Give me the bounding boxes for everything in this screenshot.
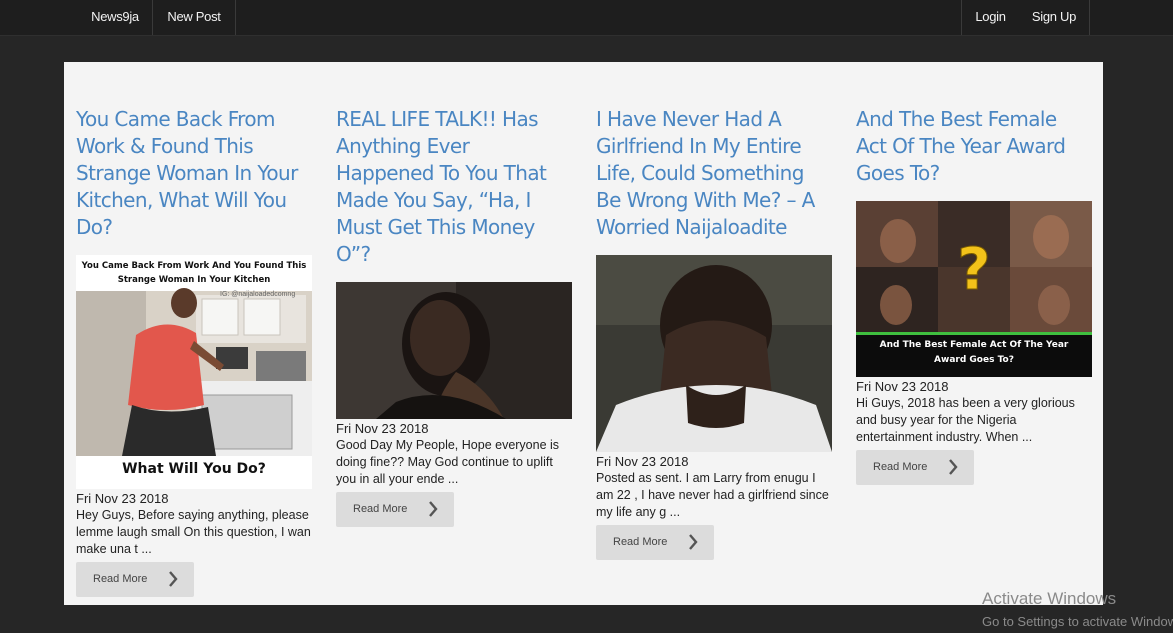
worried-man-image xyxy=(596,255,832,452)
signup-link[interactable]: Sign Up xyxy=(1019,0,1090,35)
post-thumbnail[interactable]: You Came Back From Work And You Found Th… xyxy=(76,255,312,489)
read-more-label: Read More xyxy=(353,503,408,515)
post-excerpt: Hi Guys, 2018 has been a very glorious a… xyxy=(856,396,1075,444)
thinking-man-image xyxy=(336,282,572,419)
image-watermark: IG: @naijaloadedcomng xyxy=(220,291,296,298)
activate-windows-watermark: Activate Windows Go to Settings to activ… xyxy=(982,589,1173,631)
read-more-button[interactable]: Read More xyxy=(336,492,454,527)
post-thumbnail[interactable]: ? And The Best Female Act Of The Year Aw… xyxy=(856,201,1092,377)
post-thumbnail[interactable] xyxy=(596,255,832,452)
image-caption: And The Best Female Act Of The Year Awar… xyxy=(879,340,1069,365)
image-caption-top: You Came Back From Work And You Found Th… xyxy=(81,261,307,285)
chevron-right-icon xyxy=(169,571,178,587)
post-title-link[interactable]: REAL LIFE TALK!! Has Anything Ever Happe… xyxy=(336,106,572,268)
brand-link[interactable]: News9ja xyxy=(78,0,153,35)
new-post-link[interactable]: New Post xyxy=(153,0,236,35)
chevron-right-icon xyxy=(429,501,438,517)
read-more-label: Read More xyxy=(93,573,148,585)
watermark-subtitle: Go to Settings to activate Windows. xyxy=(982,614,1173,629)
post-title-link[interactable]: You Came Back From Work & Found This Str… xyxy=(76,106,312,241)
image-caption-bottom: What Will You Do? xyxy=(122,461,266,477)
post-thumbnail[interactable] xyxy=(336,282,572,419)
post-excerpt: Good Day My People, Hope everyone is doi… xyxy=(336,438,560,486)
read-more-button[interactable]: Read More xyxy=(76,562,194,597)
post-date: Fri Nov 23 2018 xyxy=(336,421,429,436)
post-title-link[interactable]: I Have Never Had A Girlfriend In My Enti… xyxy=(596,106,832,241)
post-card: REAL LIFE TALK!! Has Anything Ever Happe… xyxy=(336,106,572,527)
post-card: And The Best Female Act Of The Year Awar… xyxy=(856,106,1092,485)
read-more-button[interactable]: Read More xyxy=(856,450,974,485)
top-navbar: News9ja New Post Login Sign Up xyxy=(0,0,1173,36)
login-link[interactable]: Login xyxy=(961,0,1019,35)
post-date: Fri Nov 23 2018 xyxy=(596,454,689,469)
posts-panel: You Came Back From Work & Found This Str… xyxy=(64,62,1103,605)
post-card: I Have Never Had A Girlfriend In My Enti… xyxy=(596,106,832,560)
svg-text:?: ? xyxy=(957,235,991,303)
read-more-label: Read More xyxy=(873,461,928,473)
post-title-link[interactable]: And The Best Female Act Of The Year Awar… xyxy=(856,106,1092,187)
post-date: Fri Nov 23 2018 xyxy=(76,491,169,506)
post-date: Fri Nov 23 2018 xyxy=(856,379,949,394)
read-more-label: Read More xyxy=(613,536,668,548)
post-excerpt: Hey Guys, Before saying anything, please… xyxy=(76,508,311,556)
watermark-title: Activate Windows xyxy=(982,589,1117,608)
chevron-right-icon xyxy=(689,534,698,550)
post-excerpt: Posted as sent. I am Larry from enugu I … xyxy=(596,471,829,519)
read-more-button[interactable]: Read More xyxy=(596,525,714,560)
post-card: You Came Back From Work & Found This Str… xyxy=(76,106,312,597)
chevron-right-icon xyxy=(949,459,958,475)
